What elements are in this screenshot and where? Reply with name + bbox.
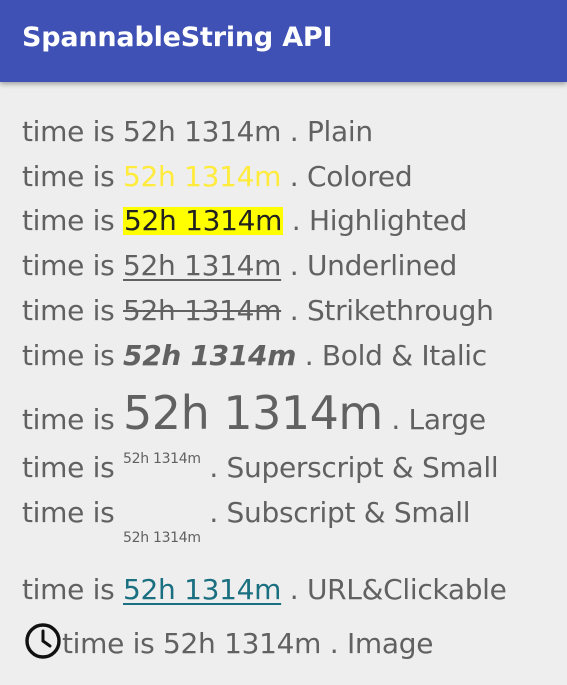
span-subscript-value: 52h 1314m bbox=[123, 530, 201, 546]
row-colored: time is 52h 1314m . Colored bbox=[22, 160, 413, 193]
content-area: time is 52h 1314m . Plain time is 52h 13… bbox=[0, 82, 567, 685]
row-prefix: time is bbox=[22, 160, 124, 193]
row-bold-italic: time is 52h 1314m . Bold & Italic bbox=[22, 342, 487, 370]
span-large-value: 52h 1314m bbox=[123, 386, 383, 440]
span-colored-value: 52h 1314m bbox=[123, 160, 282, 193]
span-superscript-value: 52h 1314m bbox=[123, 451, 201, 467]
row-prefix: time is bbox=[22, 249, 124, 282]
row-url-clickable: time is 52h 1314m . URL&Clickable bbox=[22, 576, 507, 604]
row-superscript-small: time is 52h 1314m . Superscript & Small bbox=[22, 451, 499, 484]
span-bold-italic-value: 52h 1314m bbox=[123, 339, 297, 372]
row-subscript-small: time is 52h 1314m . Subscript & Small bbox=[22, 496, 471, 546]
row-suffix: . URL&Clickable bbox=[281, 573, 507, 606]
row-strikethrough: time is 52h 1314m . Strikethrough bbox=[22, 297, 494, 325]
row-image-text: time is 52h 1314m . Image bbox=[62, 627, 434, 660]
app-bar: SpannableString API bbox=[0, 0, 567, 82]
row-suffix: . Superscript & Small bbox=[200, 451, 499, 484]
span-highlighted-value: 52h 1314m bbox=[123, 204, 284, 237]
row-prefix: time is bbox=[22, 115, 124, 148]
clock-icon bbox=[24, 622, 62, 660]
row-suffix: . Plain bbox=[281, 115, 373, 148]
row-suffix: . Subscript & Small bbox=[200, 496, 471, 529]
row-prefix: time is bbox=[22, 403, 124, 436]
row-image: time is 52h 1314m . Image bbox=[24, 623, 434, 664]
row-highlighted: time is 52h 1314m . Highlighted bbox=[22, 207, 467, 235]
row-suffix: . Underlined bbox=[281, 249, 458, 282]
span-plain-value: 52h 1314m bbox=[123, 115, 282, 148]
span-underlined-value: 52h 1314m bbox=[123, 249, 282, 282]
span-strikethrough-value: 52h 1314m bbox=[123, 294, 282, 327]
row-plain: time is 52h 1314m . Plain bbox=[22, 118, 373, 146]
row-suffix: . Colored bbox=[281, 160, 413, 193]
clickable-link[interactable]: 52h 1314m bbox=[123, 576, 281, 604]
row-prefix: time is bbox=[22, 451, 124, 484]
row-suffix: . Large bbox=[382, 403, 486, 436]
app-title: SpannableString API bbox=[22, 22, 333, 53]
row-suffix: . Bold & Italic bbox=[296, 339, 487, 372]
row-prefix: time is bbox=[22, 339, 124, 372]
row-prefix: time is bbox=[22, 496, 124, 529]
row-prefix: time is bbox=[22, 573, 124, 606]
row-underlined: time is 52h 1314m . Underlined bbox=[22, 252, 457, 280]
row-suffix: . Highlighted bbox=[283, 204, 468, 237]
row-large: time is 52h 1314m . Large bbox=[22, 390, 486, 436]
row-suffix: . Strikethrough bbox=[281, 294, 494, 327]
row-prefix: time is bbox=[22, 294, 124, 327]
row-prefix: time is bbox=[22, 204, 124, 237]
